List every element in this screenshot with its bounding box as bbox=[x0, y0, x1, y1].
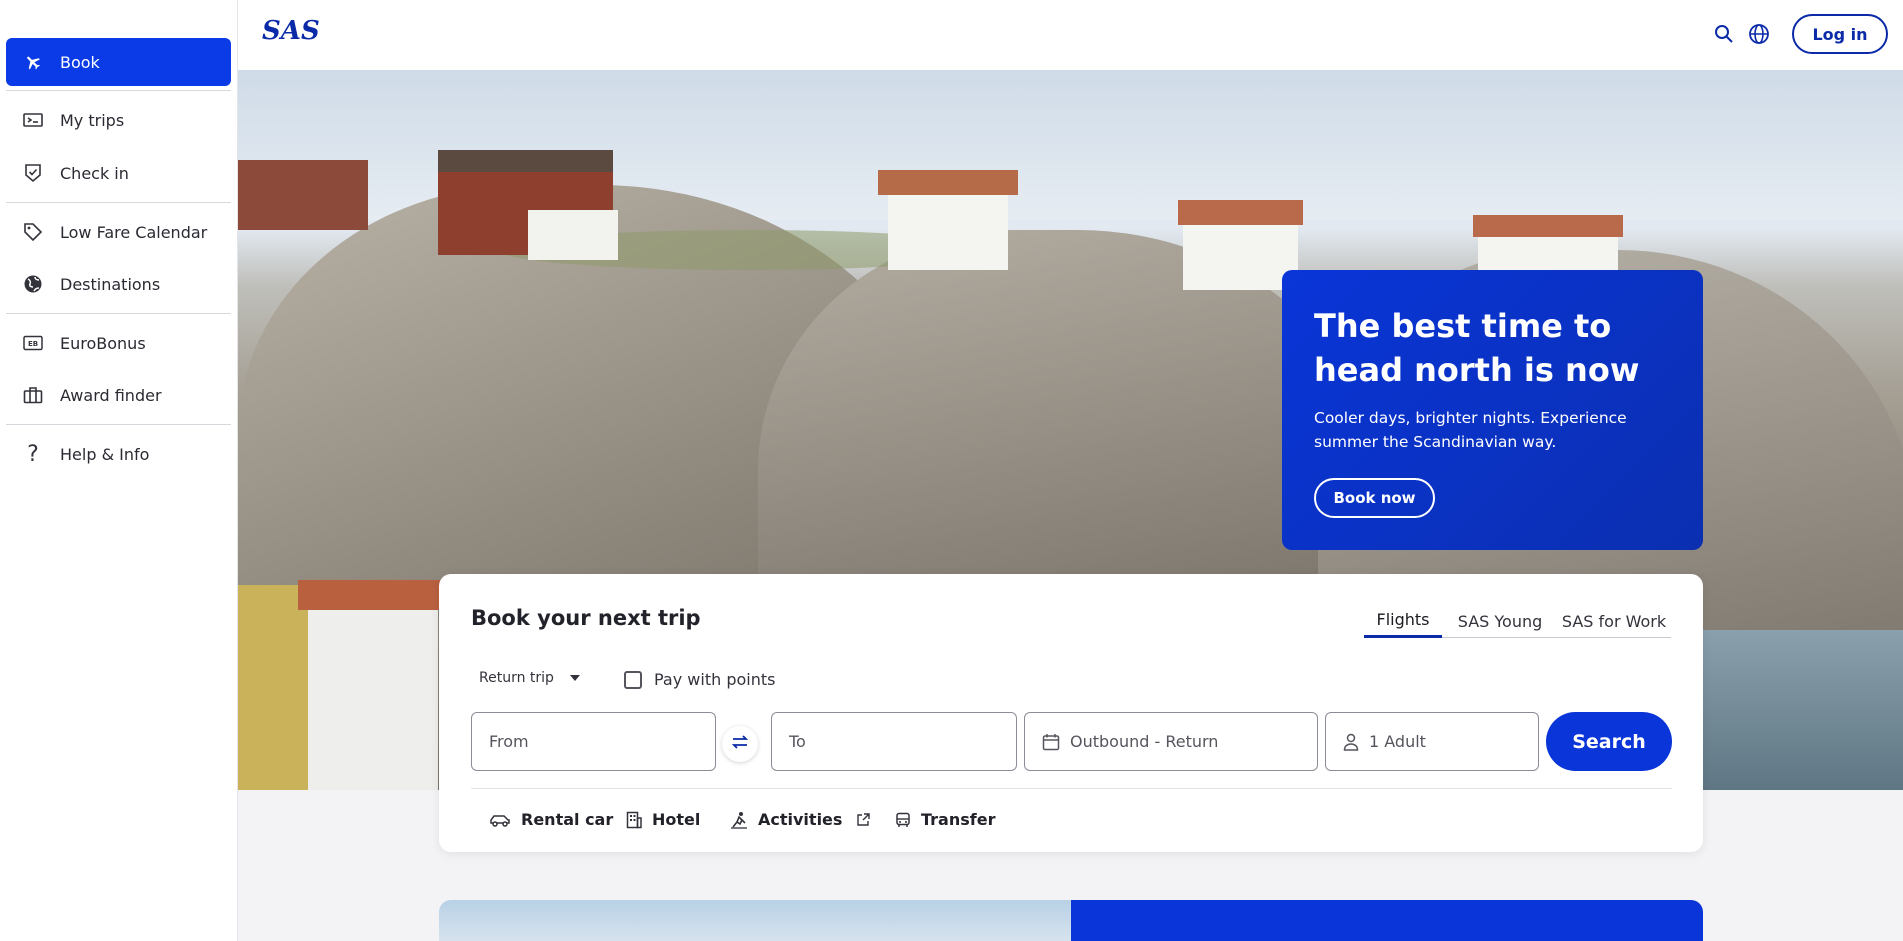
sidebar-item-label: Low Fare Calendar bbox=[60, 222, 208, 242]
promo-card: The best time to head north is now Coole… bbox=[1282, 270, 1703, 550]
sidebar-item-label: Help & Info bbox=[60, 444, 150, 464]
sidebar-item-low-fare-calendar[interactable]: Low Fare Calendar bbox=[6, 208, 231, 256]
sidebar-divider bbox=[6, 202, 231, 203]
rental-car-link[interactable]: Rental car bbox=[489, 810, 613, 829]
svg-text:EB: EB bbox=[28, 340, 38, 348]
sidebar-item-label: Check in bbox=[60, 163, 129, 183]
hero-roof bbox=[1473, 215, 1623, 237]
teaser-blue-panel bbox=[1071, 900, 1703, 941]
passengers-value: 1 Adult bbox=[1369, 732, 1426, 751]
plane-icon bbox=[20, 49, 46, 75]
to-field[interactable]: To bbox=[771, 712, 1017, 771]
sas-logo[interactable]: SAS bbox=[262, 16, 320, 46]
briefcase-icon bbox=[20, 382, 46, 408]
tag-icon bbox=[20, 219, 46, 245]
chevron-down-icon bbox=[569, 675, 580, 681]
tab-sas-for-work[interactable]: SAS for Work bbox=[1557, 604, 1671, 638]
transfer-label: Transfer bbox=[921, 810, 996, 829]
trip-type-value: Return trip bbox=[479, 670, 554, 686]
sidebar-item-label: Book bbox=[60, 52, 100, 72]
sidebar-item-check-in[interactable]: Check in bbox=[6, 149, 231, 197]
promo-title: The best time to head north is now bbox=[1314, 307, 1640, 389]
sidebar-item-label: EuroBonus bbox=[60, 333, 146, 353]
booking-panel: Book your next trip Flights SAS Young SA… bbox=[439, 574, 1703, 852]
sidebar-item-label: Destinations bbox=[60, 274, 161, 294]
swap-button[interactable] bbox=[722, 726, 758, 762]
from-placeholder: From bbox=[489, 732, 529, 751]
activity-icon bbox=[730, 811, 748, 829]
activities-label: Activities bbox=[758, 810, 843, 829]
tab-sas-young[interactable]: SAS Young bbox=[1454, 604, 1546, 638]
hero-boathouse bbox=[308, 590, 438, 790]
sidebar-divider bbox=[6, 424, 231, 425]
search-icon[interactable] bbox=[1712, 22, 1736, 46]
login-button[interactable]: Log in bbox=[1792, 14, 1888, 54]
sidebar-item-label: Award finder bbox=[60, 385, 162, 405]
dates-placeholder: Outbound - Return bbox=[1070, 732, 1219, 751]
activities-link[interactable]: Activities bbox=[730, 810, 871, 829]
bus-icon bbox=[895, 812, 911, 828]
hero-house bbox=[1183, 220, 1298, 290]
passengers-field[interactable]: 1 Adult bbox=[1325, 712, 1539, 771]
checkbox-box[interactable] bbox=[624, 670, 642, 689]
sidebar: Book My trips Check in Low Fare Calendar… bbox=[0, 0, 238, 941]
booking-title: Book your next trip bbox=[471, 606, 701, 630]
hotel-link[interactable]: Hotel bbox=[626, 810, 700, 829]
checkin-shield-icon bbox=[20, 160, 46, 186]
top-header: SAS Log in bbox=[238, 0, 1903, 70]
sidebar-divider bbox=[6, 313, 231, 314]
globe-icon[interactable] bbox=[1747, 22, 1771, 46]
sidebar-item-award-finder[interactable]: Award finder bbox=[6, 371, 231, 419]
hero-balcony bbox=[528, 210, 618, 260]
globe-filled-icon bbox=[20, 271, 46, 297]
sidebar-divider bbox=[6, 90, 231, 91]
car-icon bbox=[489, 813, 511, 827]
ticket-icon bbox=[20, 107, 46, 133]
swap-arrows-icon bbox=[730, 734, 750, 754]
hotel-icon bbox=[626, 811, 642, 829]
trip-type-select[interactable]: Return trip bbox=[479, 670, 580, 686]
external-link-icon bbox=[856, 812, 871, 827]
transfer-link[interactable]: Transfer bbox=[895, 810, 995, 829]
hotel-label: Hotel bbox=[652, 810, 701, 829]
search-button[interactable]: Search bbox=[1546, 712, 1672, 771]
sidebar-item-label: My trips bbox=[60, 110, 125, 130]
booking-divider bbox=[471, 788, 1672, 789]
hero-roof bbox=[298, 580, 448, 610]
sidebar-item-my-trips[interactable]: My trips bbox=[6, 96, 231, 144]
booking-tabs: Flights SAS Young SAS for Work bbox=[1364, 604, 1671, 638]
hero-house bbox=[888, 190, 1008, 270]
hero-roof bbox=[878, 170, 1018, 195]
sidebar-item-destinations[interactable]: Destinations bbox=[6, 260, 231, 308]
hero-roof bbox=[438, 150, 613, 172]
dates-field[interactable]: Outbound - Return bbox=[1024, 712, 1318, 771]
sidebar-item-eurobonus[interactable]: EB EuroBonus bbox=[6, 319, 231, 367]
eurobonus-card-icon: EB bbox=[20, 330, 46, 356]
sidebar-item-help-info[interactable]: ? Help & Info bbox=[6, 430, 231, 478]
promo-text: Cooler days, brighter nights. Experience… bbox=[1314, 409, 1627, 451]
teaser-image bbox=[439, 900, 1071, 941]
hero-boathouse bbox=[238, 585, 313, 790]
tab-flights[interactable]: Flights bbox=[1364, 604, 1442, 638]
hero-house bbox=[238, 160, 368, 230]
hero-roof bbox=[1178, 200, 1303, 225]
book-now-button[interactable]: Book now bbox=[1314, 478, 1435, 518]
sidebar-item-book[interactable]: Book bbox=[6, 38, 231, 86]
pay-with-points-label: Pay with points bbox=[654, 670, 776, 689]
to-placeholder: To bbox=[789, 732, 806, 751]
pay-with-points-checkbox[interactable]: Pay with points bbox=[624, 670, 775, 689]
rental-car-label: Rental car bbox=[521, 810, 614, 829]
calendar-icon bbox=[1042, 733, 1060, 751]
question-icon: ? bbox=[27, 441, 39, 467]
from-field[interactable]: From bbox=[471, 712, 716, 771]
person-icon bbox=[1343, 733, 1359, 751]
